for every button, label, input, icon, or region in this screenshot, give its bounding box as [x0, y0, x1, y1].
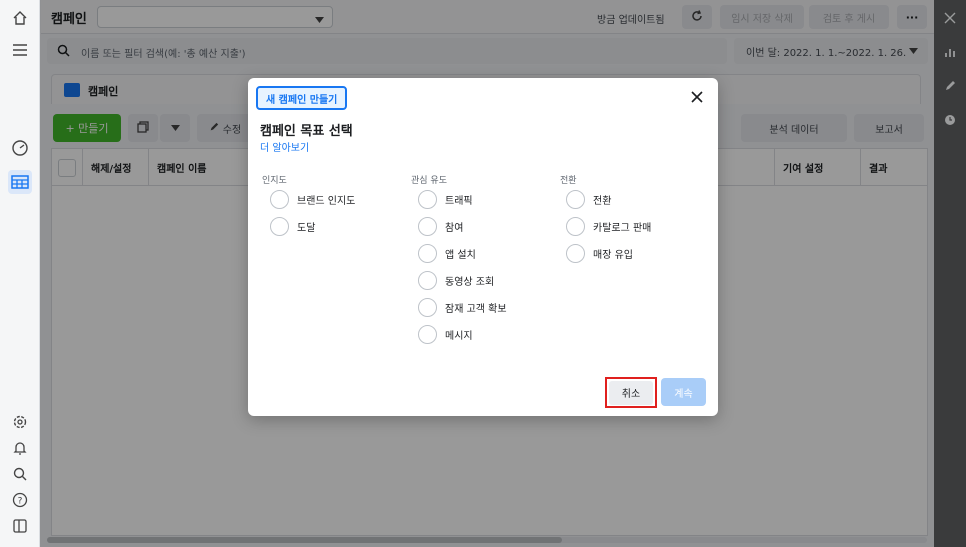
objective-brand-awareness[interactable]: 브랜드 인지도 — [270, 189, 355, 209]
objective-traffic[interactable]: 트래픽 — [418, 189, 473, 209]
group-heading-conversion: 전환 — [560, 176, 577, 186]
objective-video-views[interactable]: 동영상 조회 — [418, 270, 494, 290]
help-icon[interactable]: ? — [8, 488, 32, 512]
objective-conversions[interactable]: 전환 — [566, 189, 611, 209]
radio-button[interactable] — [418, 243, 437, 263]
option-label: 카탈로그 판매 — [593, 222, 652, 234]
option-label: 앱 설치 — [445, 249, 476, 261]
dialog-title: 캠페인 목표 선택 — [260, 124, 353, 139]
bell-icon[interactable] — [8, 436, 32, 460]
radio-button[interactable] — [418, 297, 437, 317]
close-icon[interactable] — [942, 10, 958, 26]
clock-icon[interactable] — [942, 112, 958, 128]
option-label: 잠재 고객 확보 — [445, 303, 507, 315]
objective-catalog-sales[interactable]: 카탈로그 판매 — [566, 216, 651, 236]
radio-button[interactable] — [270, 216, 289, 236]
option-label: 트래픽 — [445, 195, 473, 207]
option-label: 동영상 조회 — [445, 276, 495, 288]
cancel-button[interactable]: 취소 — [609, 380, 653, 405]
radio-button[interactable] — [418, 324, 437, 344]
table-grid-icon[interactable] — [8, 170, 32, 194]
radio-button[interactable] — [566, 189, 585, 209]
group-heading-consideration: 관심 유도 — [411, 176, 447, 186]
close-icon[interactable] — [690, 90, 704, 104]
continue-button[interactable]: 계속 — [661, 378, 706, 406]
svg-text:?: ? — [18, 497, 23, 507]
menu-icon[interactable] — [8, 38, 32, 62]
group-heading-awareness: 인지도 — [262, 176, 287, 186]
radio-button[interactable] — [418, 216, 437, 236]
option-label: 브랜드 인지도 — [297, 195, 356, 207]
settings-icon[interactable] — [8, 410, 32, 434]
search-icon[interactable] — [8, 462, 32, 486]
objective-lead-generation[interactable]: 잠재 고객 확보 — [418, 297, 507, 317]
option-label: 도달 — [297, 222, 316, 234]
right-tools-rail — [934, 0, 966, 547]
radio-button[interactable] — [418, 189, 437, 209]
left-nav-rail: ? — [0, 0, 40, 547]
radio-button[interactable] — [566, 216, 585, 236]
option-label: 메시지 — [445, 330, 473, 342]
objective-reach[interactable]: 도달 — [270, 216, 315, 236]
create-campaign-dialog: 새 캠페인 만들기 캠페인 목표 선택 더 알아보기 인지도 관심 유도 전환 … — [248, 78, 718, 416]
radio-button[interactable] — [566, 243, 585, 263]
option-label: 전환 — [593, 195, 612, 207]
objective-app-installs[interactable]: 앱 설치 — [418, 243, 476, 263]
learn-more-link[interactable]: 더 알아보기 — [260, 139, 309, 154]
chart-icon[interactable] — [942, 44, 958, 60]
dialog-tag: 새 캠페인 만들기 — [256, 86, 348, 110]
objective-messages[interactable]: 메시지 — [418, 324, 473, 344]
radio-button[interactable] — [418, 270, 437, 290]
pencil-icon[interactable] — [942, 78, 958, 94]
option-label: 매장 유입 — [593, 249, 633, 261]
objective-store-traffic[interactable]: 매장 유입 — [566, 243, 633, 263]
home-icon[interactable] — [8, 6, 32, 30]
objective-engagement[interactable]: 참여 — [418, 216, 463, 236]
option-label: 참여 — [445, 222, 464, 234]
cancel-button-highlight: 취소 — [605, 377, 657, 408]
radio-button[interactable] — [270, 189, 289, 209]
panel-toggle-icon[interactable] — [8, 514, 32, 538]
dashboard-icon[interactable] — [8, 136, 32, 160]
